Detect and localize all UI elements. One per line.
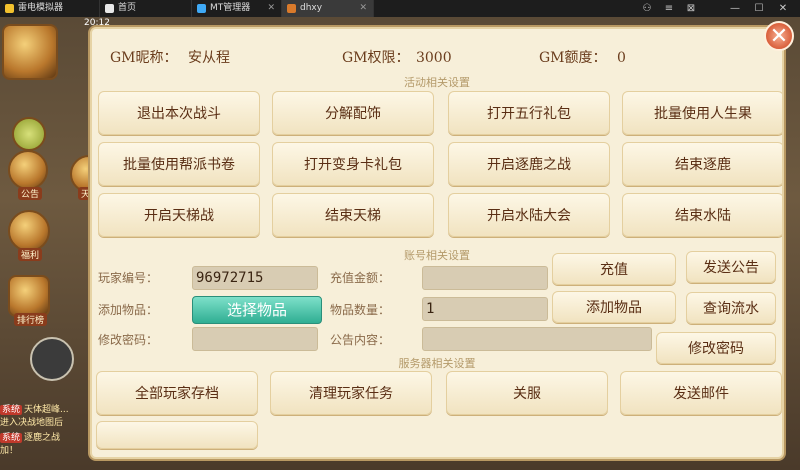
open-wuxing-pack-button[interactable]: 打开五行礼包 (448, 91, 610, 135)
end-deer-battle-button[interactable]: 结束逐鹿 (622, 142, 782, 186)
menu-icon[interactable]: ≡ (660, 0, 678, 17)
query-flow-button[interactable]: 查询流水 (686, 292, 776, 324)
emulator-logo-icon (5, 4, 14, 13)
gm-panel: GM昵称： 安从程 GM权限： 3000 GM额度： 0 活动相关设置 退出本次… (90, 27, 784, 459)
clear-player-tasks-button[interactable]: 清理玩家任务 (270, 371, 432, 415)
partial-button[interactable] (96, 421, 258, 449)
minimize-icon[interactable]: — (726, 0, 744, 17)
chevron-down-icon[interactable] (12, 117, 46, 151)
home-icon (105, 4, 114, 13)
gm-permission-label: GM权限： (342, 50, 410, 66)
maximize-icon[interactable]: ☐ (750, 0, 768, 17)
side-label: 公告 (18, 187, 43, 200)
gm-nickname: GM昵称： 安从程 (110, 47, 230, 67)
end-water-land-button[interactable]: 结束水陆 (622, 193, 782, 237)
start-ladder-battle-button[interactable]: 开启天梯战 (98, 193, 260, 237)
decompose-accessory-button[interactable]: 分解配饰 (272, 91, 434, 135)
gm-nickname-label: GM昵称： (110, 50, 178, 66)
section-title-activity: 活动相关设置 (92, 74, 782, 90)
section-title-server: 服务器相关设置 (92, 355, 782, 371)
shutdown-server-button[interactable]: 关服 (446, 371, 608, 415)
end-ladder-button[interactable]: 结束天梯 (272, 193, 434, 237)
tab-label: MT管理器 (210, 3, 251, 13)
item-quantity-input[interactable]: 1 (422, 297, 548, 321)
change-password-label: 修改密码： (98, 333, 159, 347)
add-item-button[interactable]: 添加物品 (552, 291, 676, 323)
gamepad-icon[interactable]: ⚇ (638, 0, 656, 17)
recharge-button[interactable]: 充值 (552, 253, 676, 285)
leaderboard-icon[interactable] (8, 275, 50, 317)
dhxy-app-icon (287, 4, 296, 13)
change-password-input[interactable] (192, 327, 318, 351)
gm-nickname-value: 安从程 (187, 50, 230, 66)
item-quantity-label: 物品数量： (330, 303, 391, 317)
start-deer-battle-button[interactable]: 开启逐鹿之战 (448, 142, 610, 186)
system-message: 系统 逐鹿之战 (0, 433, 61, 443)
welfare-icon[interactable] (8, 210, 50, 252)
start-water-land-assembly-button[interactable]: 开启水陆大会 (448, 193, 610, 237)
system-message: 系统 天体超峰... (0, 405, 69, 415)
recharge-amount-input[interactable] (422, 266, 548, 290)
tab-dhxy[interactable]: dhxy ✕ (282, 0, 374, 17)
exit-battle-button[interactable]: 退出本次战斗 (98, 91, 260, 135)
select-item-button[interactable]: 选择物品 (192, 296, 322, 324)
gm-quota: GM额度： 0 (539, 47, 626, 67)
announcement-content-input[interactable] (422, 327, 652, 351)
close-tab-icon[interactable]: ✕ (267, 0, 275, 17)
send-announcement-button[interactable]: 发送公告 (686, 251, 776, 283)
gm-quota-label: GM额度： (539, 50, 607, 66)
close-icon[interactable]: ✕ (764, 21, 794, 51)
batch-use-ginseng-fruit-button[interactable]: 批量使用人生果 (622, 91, 782, 135)
map-icon[interactable] (2, 24, 58, 80)
tab-label: 雷电模拟器 (18, 3, 64, 13)
gm-quota-value: 0 (616, 50, 626, 66)
close-tab-icon[interactable]: ✕ (359, 0, 367, 17)
section-title-account: 账号相关设置 (92, 247, 782, 263)
tab-label: 首页 (118, 3, 137, 13)
system-message: 加！ (0, 446, 19, 456)
player-id-input[interactable]: 96972715 (192, 266, 318, 290)
window-close-icon[interactable]: ✕ (774, 0, 792, 17)
close-box-icon[interactable]: ⊠ (682, 0, 700, 17)
tab-mt-manager[interactable]: MT管理器 ✕ (192, 0, 282, 17)
system-message: 进入决战地图后 (0, 418, 64, 428)
send-mail-button[interactable]: 发送邮件 (620, 371, 782, 415)
announcement-content-label: 公告内容： (330, 333, 391, 347)
emulator-tab-bar: 雷电模拟器 首页 MT管理器 ✕ dhxy ✕ ⚇ ≡ ⊠ — ☐ ✕ (0, 0, 800, 17)
chat-icon[interactable] (30, 337, 74, 381)
gm-permission-value: 3000 (415, 50, 452, 66)
mt-manager-icon (197, 4, 206, 13)
save-all-players-button[interactable]: 全部玩家存档 (96, 371, 258, 415)
batch-use-guild-scroll-button[interactable]: 批量使用帮派书卷 (98, 142, 260, 186)
tab-home[interactable]: 首页 (100, 0, 192, 17)
side-label: 福利 (18, 248, 43, 261)
tab-emulator[interactable]: 雷电模拟器 (0, 0, 100, 17)
tab-label: dhxy (300, 3, 323, 13)
recharge-amount-label: 充值金额： (330, 271, 391, 285)
side-label: 排行榜 (14, 313, 48, 326)
player-id-label: 玩家编号： (98, 271, 159, 285)
open-transform-card-pack-button[interactable]: 打开变身卡礼包 (272, 142, 434, 186)
announcement-icon[interactable] (8, 150, 48, 190)
gm-permission: GM权限： 3000 (342, 47, 452, 67)
add-item-label: 添加物品： (98, 303, 159, 317)
